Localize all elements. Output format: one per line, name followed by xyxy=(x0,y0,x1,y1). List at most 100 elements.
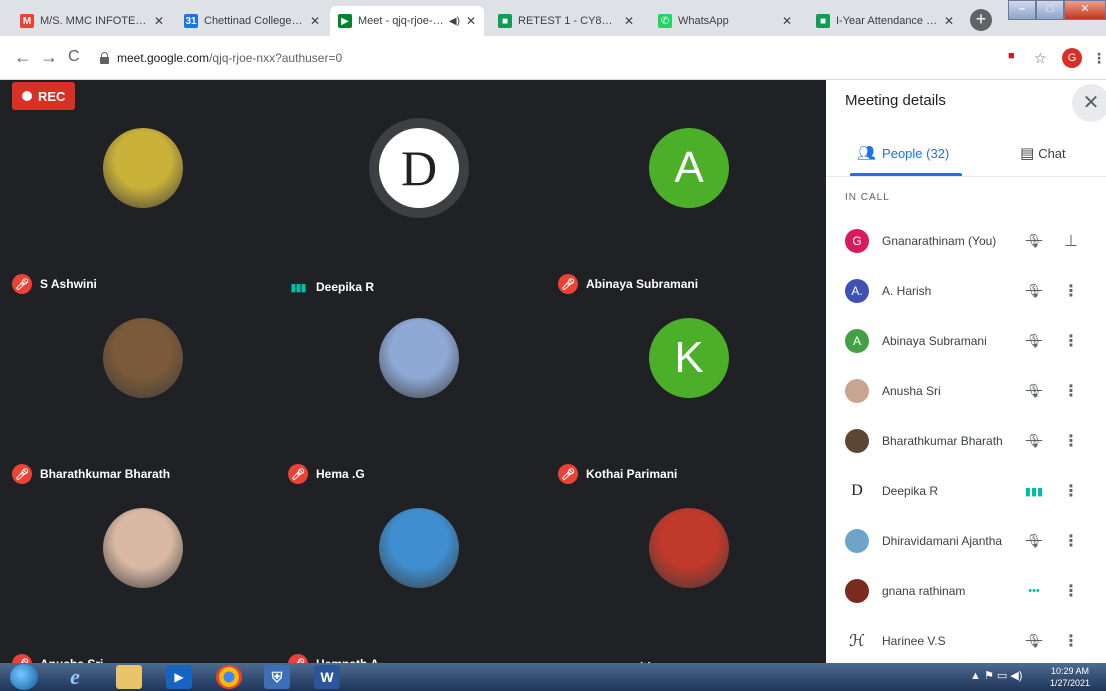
participant-name-bar: ▮▮▮ Deepika R xyxy=(288,280,374,294)
profile-avatar[interactable]: G xyxy=(1062,48,1082,68)
participant-row[interactable]: ℋ Harinee V.S 🎙︎ ⋮ xyxy=(826,616,1106,666)
pin-icon[interactable]: ⊥ xyxy=(1063,231,1079,251)
tab-close-icon[interactable]: ✕ xyxy=(310,14,320,28)
participant-name: Hema .G xyxy=(316,467,365,481)
participant-row[interactable]: D Deepika R ▮▮▮ ⋮ xyxy=(826,466,1106,516)
tab-close-icon[interactable]: ✕ xyxy=(466,14,476,28)
more-options-icon[interactable]: ⋮ xyxy=(1063,581,1079,601)
classroom-icon: ■ xyxy=(816,14,830,28)
security-shield-icon[interactable]: ⛨ xyxy=(264,665,290,689)
speaking-indicator-icon[interactable]: ▮▮▮ xyxy=(1024,485,1044,498)
participant-name: Anusha Sri xyxy=(882,384,941,398)
participant-row[interactable]: A Abinaya Subramani 🎙︎ ⋮ xyxy=(826,316,1106,366)
recording-badge: REC xyxy=(12,82,76,110)
audio-playing-icon[interactable]: ◀) xyxy=(449,16,460,27)
clock-date: 1/27/2021 xyxy=(1050,678,1091,688)
meeting-details-panel: Meeting details ✕ 👥︎ People (32) ▤ Chat … xyxy=(826,80,1106,663)
connecting-dots-icon[interactable]: ••• xyxy=(1024,585,1044,597)
system-tray[interactable]: ▲ ⚑ ▭ ◀) xyxy=(970,669,1022,682)
participant-name: Kothai Parimani xyxy=(586,467,678,481)
more-options-icon[interactable]: ⋮ xyxy=(1063,381,1079,401)
media-player-icon[interactable]: ▶ xyxy=(166,665,192,689)
panel-title: Meeting details xyxy=(845,92,946,109)
new-tab-button[interactable]: + xyxy=(970,9,992,31)
participant-row[interactable]: Dhiravidamani Ajantha 🎙︎ ⋮ xyxy=(826,516,1106,566)
close-window-button[interactable]: ✕ xyxy=(1064,0,1106,20)
more-options-icon[interactable]: ⋮ xyxy=(1063,431,1079,451)
mic-off-icon[interactable]: 🎙︎ xyxy=(1024,383,1044,399)
mic-off-icon[interactable]: 🎙︎ xyxy=(1024,433,1044,449)
more-options-icon[interactable]: ⋮ xyxy=(1063,281,1079,301)
participant-name-bar: 🎤︎ Kothai Parimani xyxy=(558,464,677,484)
more-options-icon[interactable]: ⋮ xyxy=(1063,531,1079,551)
mic-off-icon[interactable]: 🎙︎ xyxy=(1024,633,1044,649)
participant-name-bar: 🎤︎ Hema .G xyxy=(288,464,365,484)
participant-row[interactable]: G Gnanarathinam (You) 🎙︎ ⊥ xyxy=(826,216,1106,266)
tab-close-icon[interactable]: ✕ xyxy=(154,14,164,28)
tab-close-icon[interactable]: ✕ xyxy=(944,14,954,28)
reload-icon[interactable]: C xyxy=(68,48,80,66)
chrome-icon[interactable] xyxy=(216,665,242,689)
participant-tile[interactable]: 🎤︎ S Ashwini xyxy=(0,110,270,300)
bookmark-star-icon[interactable]: ☆ xyxy=(1034,50,1047,67)
participant-photo xyxy=(649,508,729,588)
gmail-icon: M xyxy=(20,14,34,28)
clock[interactable]: 10:29 AM 1/27/2021 xyxy=(1050,665,1090,689)
more-options-icon[interactable]: ⋮ xyxy=(1063,481,1079,501)
browser-tab[interactable]: ■ RETEST 1 - CY8151 - EN ✕ xyxy=(490,6,642,36)
browser-tab[interactable]: M M/S. MMC INFOTECH S ✕ xyxy=(12,6,172,36)
participant-tile[interactable]: D ▮▮▮ Deepika R xyxy=(276,110,546,300)
browser-tab[interactable]: ■ I-Year Attendance 2020- ✕ xyxy=(808,6,962,36)
file-explorer-icon[interactable] xyxy=(116,665,142,689)
camera-blocked-icon[interactable]: ■ xyxy=(1008,50,1015,62)
more-options-icon[interactable]: ⋮ xyxy=(1063,331,1079,351)
participant-avatar xyxy=(845,429,869,453)
mic-off-icon[interactable]: 🎙︎ xyxy=(1024,533,1044,549)
mic-off-icon[interactable]: 🎙︎ xyxy=(1024,283,1044,299)
participant-tile[interactable]: 🎤︎Hemnath A xyxy=(276,490,546,680)
browser-tab[interactable]: 31 Chettinad College of Eng ✕ xyxy=(176,6,328,36)
participant-tile[interactable]: 🎤︎ Bharathkumar Bharath xyxy=(0,300,270,490)
browser-tab[interactable]: ✆ WhatsApp ✕ xyxy=(650,6,800,36)
participant-tile[interactable]: 🎤︎ Hema .G xyxy=(276,300,546,490)
participant-tile[interactable]: K 🎤︎ Kothai Parimani xyxy=(546,300,816,490)
whatsapp-icon: ✆ xyxy=(658,14,672,28)
tab-close-icon[interactable]: ✕ xyxy=(624,14,634,28)
word-icon[interactable]: W xyxy=(314,665,340,689)
participant-name: Abinaya Subramani xyxy=(586,277,699,291)
start-button[interactable] xyxy=(10,664,38,690)
mic-off-icon[interactable]: 🎙︎ xyxy=(1024,333,1044,349)
participant-photo xyxy=(103,318,183,398)
tab-title: Chettinad College of Eng xyxy=(204,15,304,27)
internet-explorer-icon[interactable]: e xyxy=(62,664,88,689)
minimize-button[interactable]: – xyxy=(1008,0,1036,20)
participant-tile[interactable]: 🎤︎Anusha Sri xyxy=(0,490,270,680)
close-panel-button[interactable]: ✕ xyxy=(1072,84,1106,122)
forward-icon[interactable]: → xyxy=(40,48,58,66)
participant-photo xyxy=(103,128,183,208)
mic-off-icon: 🎤︎ xyxy=(12,274,32,294)
more-options-icon[interactable]: ⋮ xyxy=(1063,631,1079,651)
meet-video-grid: REC 🎤︎ S Ashwini D ▮▮▮ Deepika R A 🎤︎ Abinaya S… xyxy=(0,80,826,674)
browser-menu-icon[interactable]: ⋮ xyxy=(1092,50,1106,67)
participant-photo xyxy=(379,508,459,588)
participant-row[interactable]: gnana rathinam ••• ⋮ xyxy=(826,566,1106,616)
mic-off-icon[interactable]: 🎙︎ xyxy=(1024,233,1044,249)
tab-chat[interactable]: ▤ Chat xyxy=(1020,144,1066,162)
participant-name: Abinaya Subramani xyxy=(882,334,987,348)
participant-name: Dhiravidamani Ajantha xyxy=(882,534,1003,548)
tab-people[interactable]: 👥︎ People (32) xyxy=(857,144,949,162)
maximize-button[interactable]: □ xyxy=(1036,0,1064,20)
calendar-icon: 31 xyxy=(184,14,198,28)
url-host: meet.google.com xyxy=(117,51,210,65)
participant-tile[interactable]: A 🎤︎ Abinaya Subramani xyxy=(546,110,816,300)
participant-row[interactable]: Bharathkumar Bharath 🎙︎ ⋮ xyxy=(826,416,1106,466)
participant-row[interactable]: A. A. Harish 🎙︎ ⋮ xyxy=(826,266,1106,316)
participant-row[interactable]: Anusha Sri 🎙︎ ⋮ xyxy=(826,366,1106,416)
participant-tile[interactable]: •••gnana rathinam xyxy=(546,490,816,680)
tab-close-icon[interactable]: ✕ xyxy=(782,14,792,28)
back-icon[interactable]: ← xyxy=(14,48,32,66)
browser-tab[interactable]: ▶ Meet - qjq-rjoe-nxx ◀) ✕ xyxy=(330,6,484,36)
address-bar[interactable]: meet.google.com/qjq-rjoe-nxx?authuser=0 xyxy=(100,44,970,72)
url-path: /qjq-rjoe-nxx?authuser=0 xyxy=(209,51,343,65)
